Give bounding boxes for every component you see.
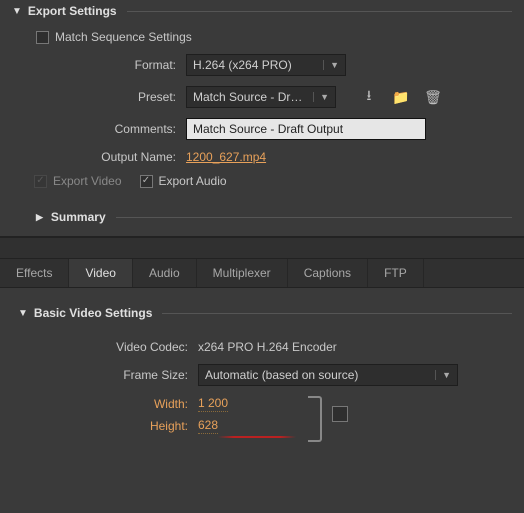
export-video-label: Export Video xyxy=(53,174,122,188)
export-settings-title: Export Settings xyxy=(28,4,117,18)
tab-video[interactable]: Video xyxy=(69,259,132,287)
frame-size-dropdown[interactable]: Automatic (based on source) ▼ xyxy=(198,364,458,386)
chevron-down-icon: ▼ xyxy=(313,92,329,102)
codec-label: Video Codec: xyxy=(18,340,198,354)
aspect-link-checkbox[interactable] xyxy=(332,406,348,422)
twisty-right-icon: ▶ xyxy=(36,212,43,223)
chevron-down-icon: ▼ xyxy=(323,60,339,70)
twisty-down-icon: ▼ xyxy=(18,308,28,319)
output-name-label: Output Name: xyxy=(36,150,186,164)
export-video-checkbox xyxy=(34,175,47,188)
comments-input[interactable]: Match Source - Draft Output xyxy=(186,118,426,140)
tab-captions[interactable]: Captions xyxy=(288,259,368,287)
twisty-down-icon: ▼ xyxy=(12,6,22,17)
format-value: H.264 (x264 PRO) xyxy=(193,58,292,72)
height-label: Height: xyxy=(18,419,198,433)
summary-header[interactable]: ▶ Summary xyxy=(0,204,524,234)
save-preset-icon[interactable]: ⭳ xyxy=(358,87,380,107)
link-bracket-icon xyxy=(308,396,322,442)
import-preset-icon[interactable]: 📁 xyxy=(390,87,412,107)
frame-size-value: Automatic (based on source) xyxy=(205,368,358,382)
output-name-link[interactable]: 1200_627.mp4 xyxy=(186,150,266,164)
preset-dropdown[interactable]: Match Source - Dr… ▼ xyxy=(186,86,336,108)
preset-label: Preset: xyxy=(36,90,186,104)
comments-value: Match Source - Draft Output xyxy=(193,122,343,136)
format-dropdown[interactable]: H.264 (x264 PRO) ▼ xyxy=(186,54,346,76)
width-label: Width: xyxy=(18,397,198,411)
tab-effects[interactable]: Effects xyxy=(0,259,69,287)
frame-size-label: Frame Size: xyxy=(18,368,198,382)
panel-gap xyxy=(0,237,524,259)
tab-bar: Effects Video Audio Multiplexer Captions… xyxy=(0,259,524,288)
format-label: Format: xyxy=(36,58,186,72)
codec-value: x264 PRO H.264 Encoder xyxy=(198,340,337,354)
delete-preset-icon[interactable]: 🗑 xyxy=(422,87,444,107)
comments-label: Comments: xyxy=(36,122,186,136)
preset-value: Match Source - Dr… xyxy=(193,90,302,104)
tab-ftp[interactable]: FTP xyxy=(368,259,424,287)
tab-multiplexer[interactable]: Multiplexer xyxy=(197,259,288,287)
width-value[interactable]: 1 200 xyxy=(198,396,228,412)
basic-video-header[interactable]: ▼ Basic Video Settings xyxy=(0,302,524,324)
rule xyxy=(116,217,512,218)
rule xyxy=(127,11,512,12)
tab-audio[interactable]: Audio xyxy=(133,259,197,287)
annotation-underline xyxy=(218,436,296,438)
export-audio-label: Export Audio xyxy=(159,174,227,188)
export-audio-checkbox[interactable] xyxy=(140,175,153,188)
summary-label: Summary xyxy=(51,210,106,224)
height-value[interactable]: 628 xyxy=(198,418,218,434)
rule xyxy=(162,313,512,314)
match-sequence-label: Match Sequence Settings xyxy=(55,30,192,44)
basic-video-title: Basic Video Settings xyxy=(34,306,152,320)
chevron-down-icon: ▼ xyxy=(435,370,451,380)
export-settings-header[interactable]: ▼ Export Settings xyxy=(0,0,524,22)
match-sequence-checkbox[interactable] xyxy=(36,31,49,44)
